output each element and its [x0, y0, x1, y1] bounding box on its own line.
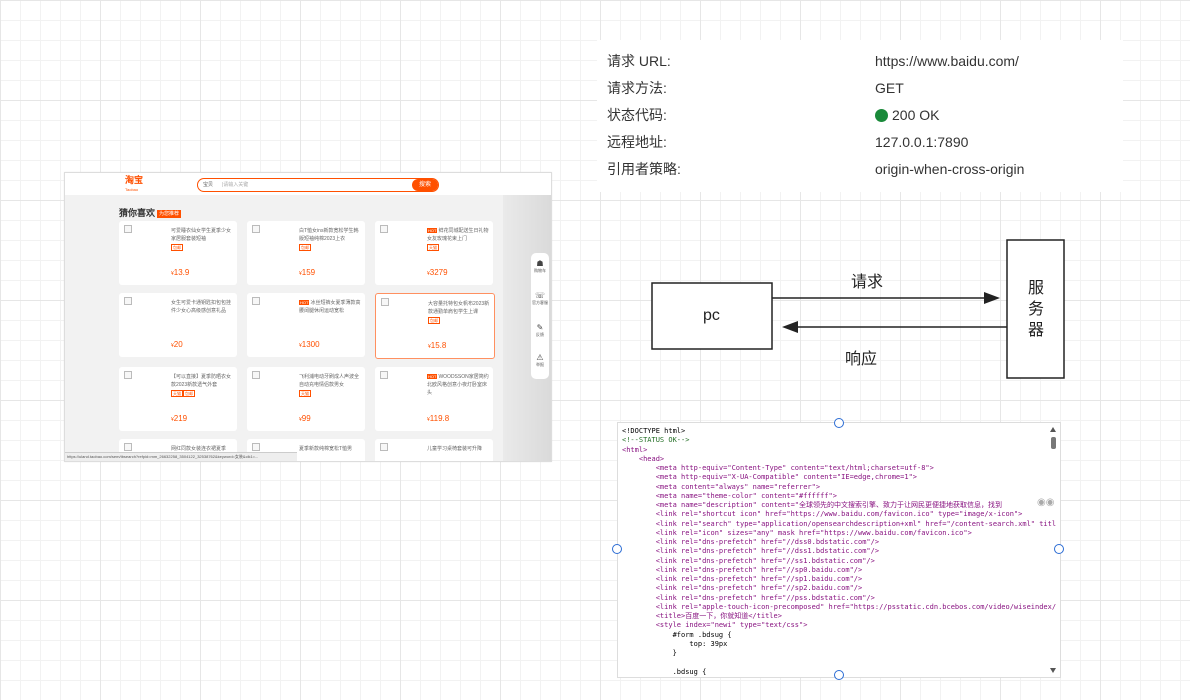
- code-line: <link rel="dns-prefetch" href="//sp2.bai…: [622, 584, 863, 593]
- code-line: <link rel="dns-prefetch" href="//sp0.bai…: [622, 565, 863, 574]
- response-label: 响应: [845, 351, 878, 368]
- code-line: <style index="newi" type="text/css">: [622, 621, 808, 630]
- scroll-up-arrow[interactable]: [1050, 427, 1056, 432]
- code-line: <link rel="dns-prefetch" href="//pss.bds…: [622, 593, 875, 602]
- request-label: 请求: [851, 274, 884, 291]
- code-line: <link rel="icon" sizes="any" mask href="…: [622, 528, 972, 537]
- code-line: <link rel="dns-prefetch" href="//sp1.bai…: [622, 575, 863, 583]
- code-line: <meta content="always" name="referrer">: [622, 482, 821, 491]
- code-line: <meta http-equiv="X-UA-Compatible" conte…: [622, 473, 918, 482]
- code-line: <link rel="dns-prefetch" href="//dss0.bd…: [622, 538, 880, 546]
- code-line: <!--STATUS OK-->: [622, 436, 690, 445]
- resize-handle-right[interactable]: [1054, 544, 1064, 554]
- code-line: <link rel="apple-touch-icon-precomposed"…: [622, 602, 1057, 611]
- code-line: <meta name="theme-color" content="#fffff…: [622, 491, 837, 500]
- code-line: top: 39px: [622, 639, 728, 648]
- server-label: 服务器: [1028, 280, 1045, 339]
- response-arrow-head: [782, 321, 798, 333]
- html-source-panel[interactable]: <!DOCTYPE html> <!--STATUS OK--> <html> <h…: [617, 422, 1061, 678]
- pc-label: pc: [703, 307, 720, 324]
- float-widget-icon[interactable]: ◉◉: [1037, 497, 1067, 511]
- source-code: <!DOCTYPE html> <!--STATUS OK--> <html> <h…: [622, 427, 1056, 677]
- resize-handle-top[interactable]: [834, 418, 844, 428]
- code-line: <link rel="dns-prefetch" href="//dss1.bd…: [622, 547, 880, 556]
- code-line: <meta http-equiv="Content-Type" content=…: [622, 464, 934, 472]
- code-line: <meta name="description" content="全球领先的中…: [622, 501, 1003, 509]
- code-line: <html>: [622, 445, 648, 454]
- code-line: }: [622, 649, 677, 657]
- resize-handle-bottom[interactable]: [834, 670, 844, 680]
- scrollbar-thumb[interactable]: [1051, 437, 1056, 449]
- code-line: #form .bdsug {: [622, 630, 732, 639]
- scroll-down-arrow[interactable]: [1050, 668, 1056, 673]
- request-arrow-head: [984, 292, 1000, 304]
- code-line: <!DOCTYPE html>: [622, 427, 686, 435]
- resize-handle-left[interactable]: [612, 544, 622, 554]
- code-line: <head>: [622, 454, 665, 463]
- code-line: <title>百度一下，你就知道</title>: [622, 612, 782, 620]
- code-line: <link rel="shortcut icon" href="https://…: [622, 510, 1023, 519]
- code-line: <link rel="search" type="application/ope…: [622, 519, 1057, 528]
- code-line: <link rel="dns-prefetch" href="//ss1.bds…: [622, 556, 875, 565]
